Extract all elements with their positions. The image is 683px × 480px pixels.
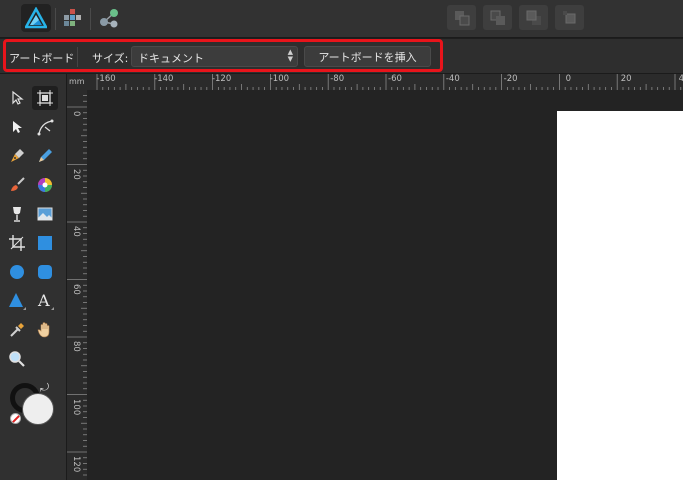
fill-tool[interactable] <box>32 173 58 197</box>
corner-tool[interactable] <box>32 115 58 139</box>
ruler-label-v: 80 <box>71 341 81 352</box>
crop-tool[interactable] <box>4 231 30 255</box>
artboard[interactable] <box>557 111 683 480</box>
pen-nib-icon <box>11 149 24 162</box>
rectangle-tool[interactable] <box>32 231 58 255</box>
zoom-tool[interactable] <box>4 347 30 371</box>
ellipse-icon <box>10 265 24 279</box>
svg-text:A: A <box>37 291 50 310</box>
place-image-tool[interactable] <box>32 202 58 226</box>
ruler-label-v: 0 <box>71 111 81 117</box>
horizontal-ruler[interactable]: -160 -140 -120 -100 -80 -60 -40 -20 0 20 40 <box>87 74 683 90</box>
move-backward-icon <box>490 10 505 25</box>
ellipse-tool[interactable] <box>4 260 30 284</box>
persona-separator <box>90 8 91 30</box>
arrange-front-button[interactable] <box>555 5 584 30</box>
corner-tool-icon <box>37 119 54 136</box>
arrange-back-button[interactable] <box>447 5 476 30</box>
designer-persona-icon <box>25 7 47 29</box>
eyedropper-icon <box>10 323 24 337</box>
move-tool[interactable] <box>4 86 30 110</box>
triangle-icon <box>9 293 26 310</box>
export-persona-button[interactable] <box>94 4 124 32</box>
triangle-tool[interactable] <box>4 289 30 313</box>
ruler-label-v: 100 <box>71 398 81 415</box>
ruler-label-h: -20 <box>503 74 518 84</box>
arrange-backward-button[interactable] <box>483 5 512 30</box>
text-a-icon: A <box>37 291 54 310</box>
highlight-box <box>3 39 443 72</box>
wine-glass-icon <box>13 207 21 222</box>
arrange-forward-button[interactable] <box>519 5 548 30</box>
ruler-label-v: 120 <box>71 456 81 473</box>
pixel-persona-button[interactable] <box>58 4 88 32</box>
move-to-back-icon <box>454 10 469 25</box>
vector-brush-tool[interactable] <box>4 173 30 197</box>
rounded-rectangle-tool[interactable] <box>32 260 58 284</box>
hand-icon <box>37 322 50 338</box>
color-picker-tool[interactable] <box>4 318 30 342</box>
main-toolbar <box>0 0 683 38</box>
ruler-label-h: -100 <box>269 74 290 84</box>
export-persona-icon <box>100 9 118 28</box>
ruler-label-h: -40 <box>445 74 460 84</box>
pen-tool[interactable] <box>4 144 30 168</box>
pixel-persona-icon <box>64 9 81 26</box>
no-color-icon[interactable] <box>10 413 21 424</box>
vertical-ruler[interactable]: 0 20 40 60 80 100 120 <box>67 90 87 480</box>
ruler-label-h: 20 <box>620 74 632 84</box>
swap-colors-icon[interactable]: ⤾ <box>40 381 49 395</box>
designer-persona-button[interactable] <box>21 4 51 32</box>
image-icon <box>37 207 53 221</box>
horizontal-ruler-ticks <box>96 74 682 90</box>
crop-icon <box>9 235 25 251</box>
ruler-label-h: -160 <box>96 74 116 84</box>
ruler-label-h: -60 <box>388 74 402 84</box>
ruler-label-v: 40 <box>71 226 81 237</box>
ruler-label-h: 40 <box>678 74 683 84</box>
brush-icon <box>11 177 25 191</box>
text-tool[interactable]: A <box>32 289 58 313</box>
magnifier-icon <box>9 351 25 367</box>
pencil-tool[interactable] <box>32 144 58 168</box>
pencil-icon <box>39 149 52 162</box>
view-tool[interactable] <box>32 318 58 342</box>
move-forward-icon <box>526 10 541 25</box>
filled-arrow-icon <box>13 121 22 133</box>
color-wheel-icon <box>38 178 52 192</box>
ruler-label-v: 60 <box>71 283 81 295</box>
ruler-label-v: 20 <box>71 168 81 180</box>
ruler-label-h: -140 <box>154 74 174 84</box>
rectangle-icon <box>38 236 52 250</box>
move-to-front-icon <box>562 10 575 23</box>
ruler-label-h: -80 <box>330 74 345 84</box>
artboard-icon <box>37 90 53 106</box>
transparency-tool[interactable] <box>4 202 30 226</box>
ruler-label-h: 0 <box>565 74 572 84</box>
artboard-tool[interactable] <box>32 86 58 110</box>
persona-separator <box>55 8 56 30</box>
arrow-pointer-icon <box>12 90 24 105</box>
node-tool[interactable] <box>4 115 30 139</box>
rounded-rectangle-icon <box>38 265 52 279</box>
ruler-label-h: -120 <box>211 74 232 84</box>
fill-swatch[interactable] <box>22 393 54 425</box>
ruler-unit: mm <box>67 74 87 90</box>
